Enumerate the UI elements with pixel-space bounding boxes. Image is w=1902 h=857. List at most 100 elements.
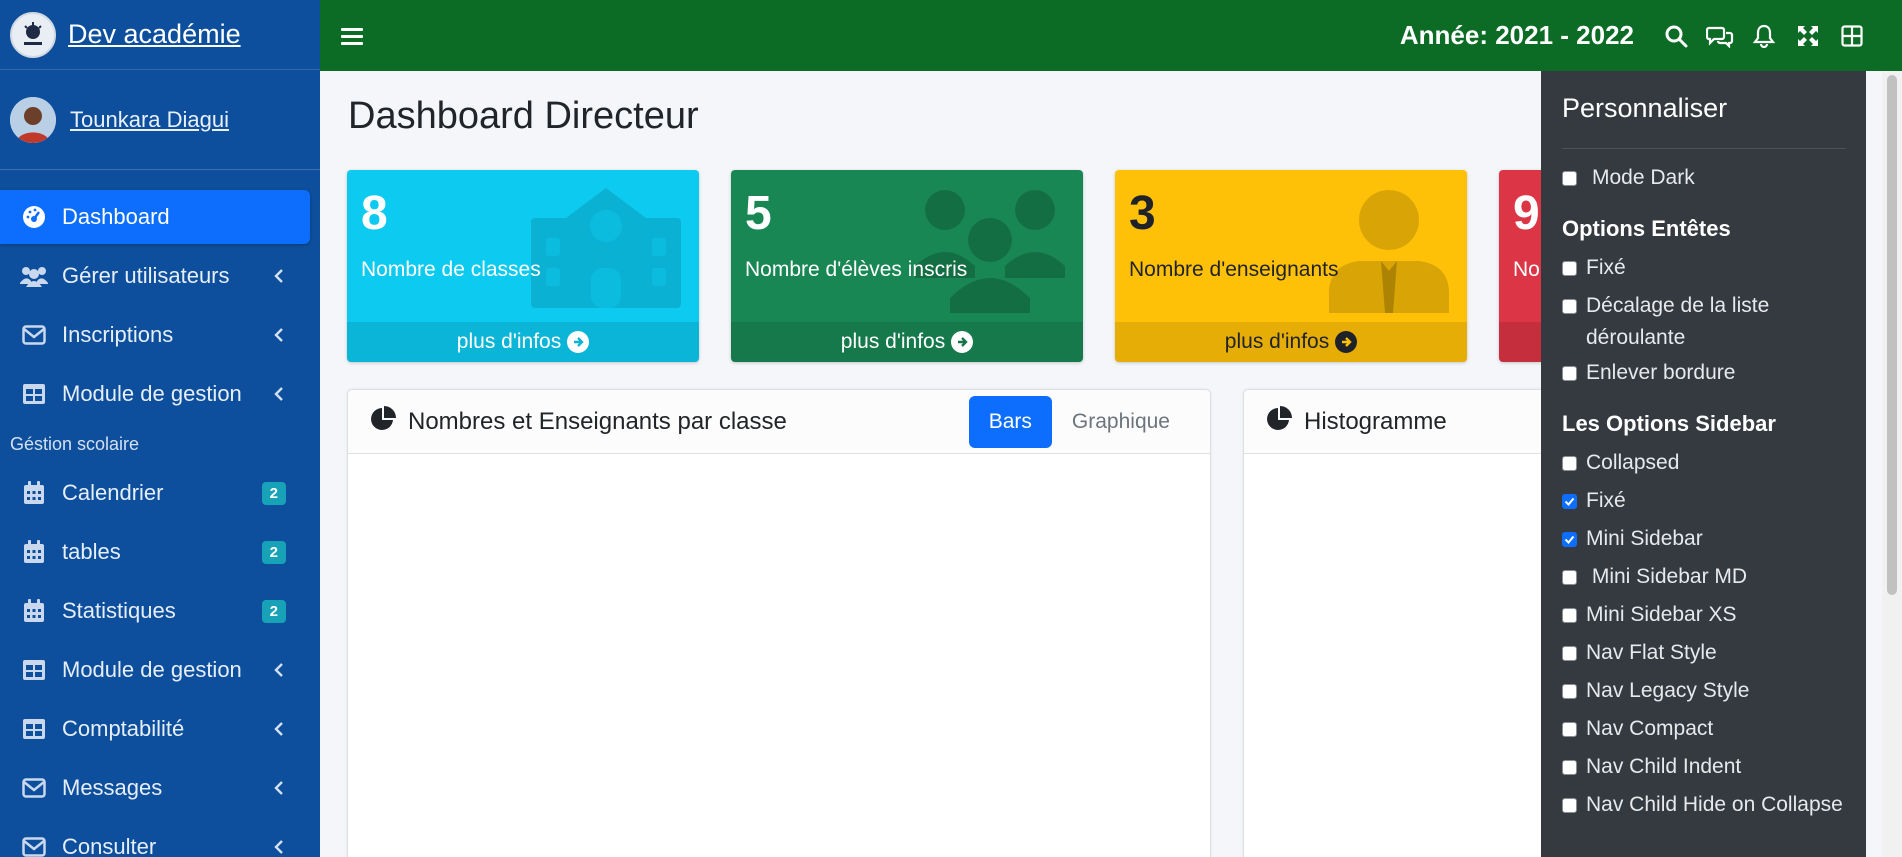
sidebar-item-messages[interactable]: Messages: [0, 761, 310, 815]
tab-graphique[interactable]: Graphique: [1052, 396, 1190, 448]
more-info-link[interactable]: plus d'infos: [1115, 322, 1467, 362]
avatar[interactable]: [10, 96, 56, 143]
stat-label: Nombre d'enseignants: [1129, 258, 1339, 281]
calendar-icon: [20, 539, 48, 565]
tab-bars[interactable]: Bars: [968, 395, 1052, 448]
option-row[interactable]: Fixé: [1562, 482, 1846, 520]
dark-mode-checkbox[interactable]: [1562, 170, 1577, 186]
option-dark-mode[interactable]: Mode Dark: [1562, 159, 1846, 197]
sidebar-item-label: Comptabilité: [62, 716, 185, 741]
user-panel: Tounkara Diagui: [0, 70, 320, 170]
option-checkbox[interactable]: [1562, 531, 1577, 547]
messages-icon[interactable]: [1700, 16, 1740, 56]
sidebar-item-label: Inscriptions: [62, 322, 174, 347]
teacher-icon: [1329, 188, 1449, 318]
option-row[interactable]: Mini Sidebar XS: [1562, 596, 1846, 634]
arrow-circle-right-icon: [567, 331, 590, 353]
sidebar: Dev académie Tounkara Diagui Dashboard Gé…: [0, 0, 320, 857]
bell-icon[interactable]: [1744, 16, 1784, 56]
stat-value: 9: [1513, 187, 1540, 240]
sidebar-item-calendrier[interactable]: Calendrier 2: [0, 466, 310, 520]
option-checkbox[interactable]: [1562, 569, 1577, 585]
menu-toggle-icon[interactable]: [332, 16, 372, 56]
option-row[interactable]: Nav Compact: [1562, 710, 1846, 748]
sidebar-item-statistiques[interactable]: Statistiques 2: [0, 584, 310, 638]
sidebar-item-inscriptions[interactable]: Inscriptions: [0, 308, 310, 362]
user-name-link[interactable]: Tounkara Diagui: [70, 107, 229, 133]
chevron-left-icon: [272, 775, 286, 801]
classes-teachers-card: Nombres et Enseignants par classe Bars G…: [347, 389, 1211, 857]
sidebar-nav-scolaire: Calendrier 2 tables 2 Statistiques 2 Module de…: [0, 466, 320, 857]
envelope-icon: [20, 775, 48, 801]
option-row[interactable]: Collapsed: [1562, 444, 1846, 482]
sidebar-item-consulter[interactable]: Consulter: [0, 820, 310, 857]
sidebar-section-header: Géstion scolaire: [10, 434, 140, 454]
sidebar-item-gerer-utilisateurs[interactable]: Gérer utilisateurs: [0, 249, 310, 303]
sidebar-item-dashboard[interactable]: Dashboard: [0, 190, 310, 244]
option-checkbox[interactable]: [1562, 721, 1577, 737]
more-info-label[interactable]: plus d'infos: [841, 330, 945, 354]
stat-label: Nombre de classes: [361, 258, 541, 281]
option-checkbox[interactable]: [1562, 455, 1577, 471]
more-info-label[interactable]: plus d'infos: [1225, 330, 1329, 354]
count-badge: 2: [261, 540, 286, 564]
option-row[interactable]: Nav Flat Style: [1562, 634, 1846, 672]
calendar-icon: [20, 598, 48, 624]
sidebar-nav: Dashboard Gérer utilisateurs Inscriptions M…: [0, 190, 320, 421]
option-row[interactable]: Fixé: [1562, 249, 1846, 287]
option-row[interactable]: Nav Child Indent: [1562, 748, 1846, 786]
option-label: Mini Sidebar XS: [1586, 603, 1737, 626]
option-label: Mode Dark: [1592, 166, 1695, 189]
calendar-icon: [20, 480, 48, 506]
option-row[interactable]: Enlever bordure: [1562, 354, 1846, 392]
search-icon[interactable]: [1656, 16, 1696, 56]
stat-box-teachers: 3 Nombre d'enseignants plus d'infos: [1115, 170, 1467, 362]
sidebar-options-title: Les Options Sidebar: [1562, 411, 1776, 436]
option-checkbox[interactable]: [1562, 493, 1577, 509]
option-checkbox[interactable]: [1562, 645, 1577, 661]
more-info-label[interactable]: plus d'infos: [457, 330, 561, 354]
page-scrollbar[interactable]: [1882, 71, 1902, 857]
option-label: Collapsed: [1586, 451, 1680, 474]
option-label: Nav Child Indent: [1586, 755, 1742, 778]
scrollbar-thumb[interactable]: [1887, 75, 1897, 595]
sidebar-item-label: Messages: [62, 775, 163, 800]
chevron-left-icon: [272, 657, 286, 683]
stat-value: 8: [361, 187, 388, 240]
more-info-link[interactable]: plus d'infos: [731, 322, 1083, 362]
chevron-left-icon: [272, 834, 286, 857]
brand-link[interactable]: Dev académie: [0, 0, 320, 70]
option-label: Nav Legacy Style: [1586, 679, 1750, 702]
arrow-circle-right-icon: [1335, 331, 1358, 353]
card-header: Nombres et Enseignants par classe Bars G…: [348, 390, 1210, 454]
option-row[interactable]: Mini Sidebar MD: [1562, 558, 1846, 596]
brand-logo-icon: [10, 11, 56, 58]
sidebar-item-comptabilite[interactable]: Comptabilité: [0, 702, 310, 756]
table-icon: [20, 657, 48, 683]
option-row[interactable]: Nav Child Hide on Collapse: [1562, 786, 1846, 824]
fullscreen-icon[interactable]: [1788, 16, 1828, 56]
option-checkbox[interactable]: [1562, 797, 1577, 813]
control-sidebar-icon[interactable]: [1832, 16, 1872, 56]
top-navbar: Année: 2021 - 2022: [320, 0, 1882, 71]
pie-chart-icon: [370, 406, 396, 437]
chevron-left-icon: [272, 381, 286, 407]
sidebar-item-module-de-gestion[interactable]: Module de gestion: [0, 643, 310, 697]
option-checkbox[interactable]: [1562, 607, 1577, 623]
count-badge: 2: [261, 599, 286, 623]
option-row[interactable]: Nav Legacy Style: [1562, 672, 1846, 710]
sidebar-item-tables[interactable]: tables 2: [0, 525, 310, 579]
option-label: Nav Compact: [1586, 717, 1714, 740]
option-checkbox[interactable]: [1562, 299, 1577, 314]
option-label: Fixé: [1586, 489, 1626, 512]
option-checkbox[interactable]: [1562, 683, 1577, 699]
option-checkbox[interactable]: [1562, 260, 1577, 276]
sidebar-item-label: Module de gestion: [62, 657, 242, 682]
brand-name[interactable]: Dev académie: [68, 19, 241, 50]
option-checkbox[interactable]: [1562, 759, 1577, 775]
more-info-link[interactable]: plus d'infos: [347, 322, 699, 362]
option-row[interactable]: Mini Sidebar: [1562, 520, 1846, 558]
option-checkbox[interactable]: [1562, 365, 1577, 381]
sidebar-item-module-de-gestion[interactable]: Module de gestion: [0, 367, 310, 421]
option-row[interactable]: Décalage de la liste déroulante: [1562, 287, 1846, 354]
